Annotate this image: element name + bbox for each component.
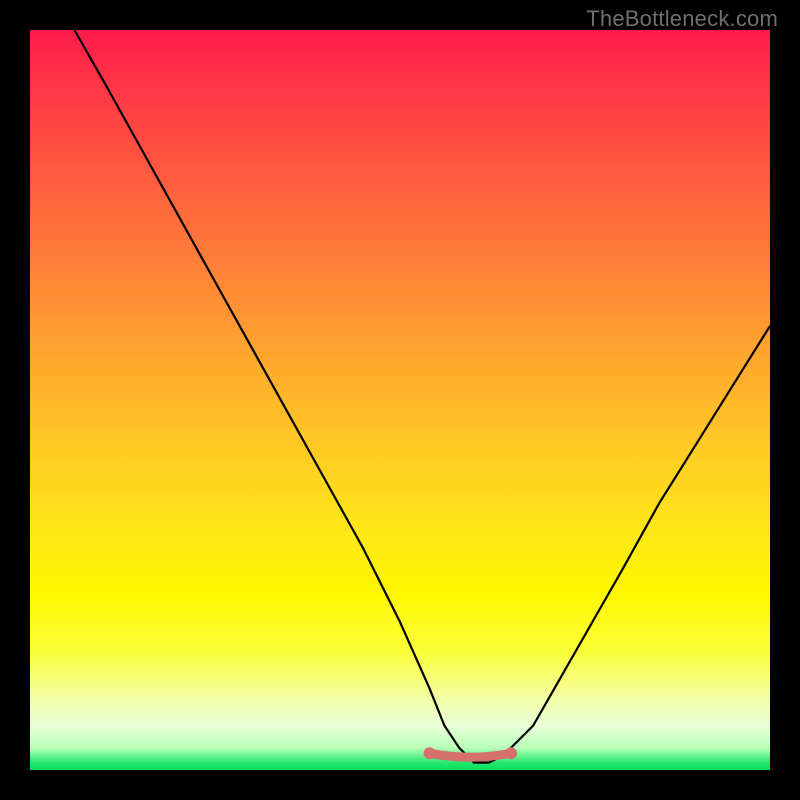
chart-frame: TheBottleneck.com [0, 0, 800, 800]
trough-marker [430, 753, 511, 757]
trough-dot-right [505, 747, 517, 759]
plot-area [30, 30, 770, 770]
watermark-text: TheBottleneck.com [586, 6, 778, 32]
curve-path [74, 30, 770, 763]
trough-dot-left [424, 747, 436, 759]
bottleneck-curve [30, 30, 770, 770]
